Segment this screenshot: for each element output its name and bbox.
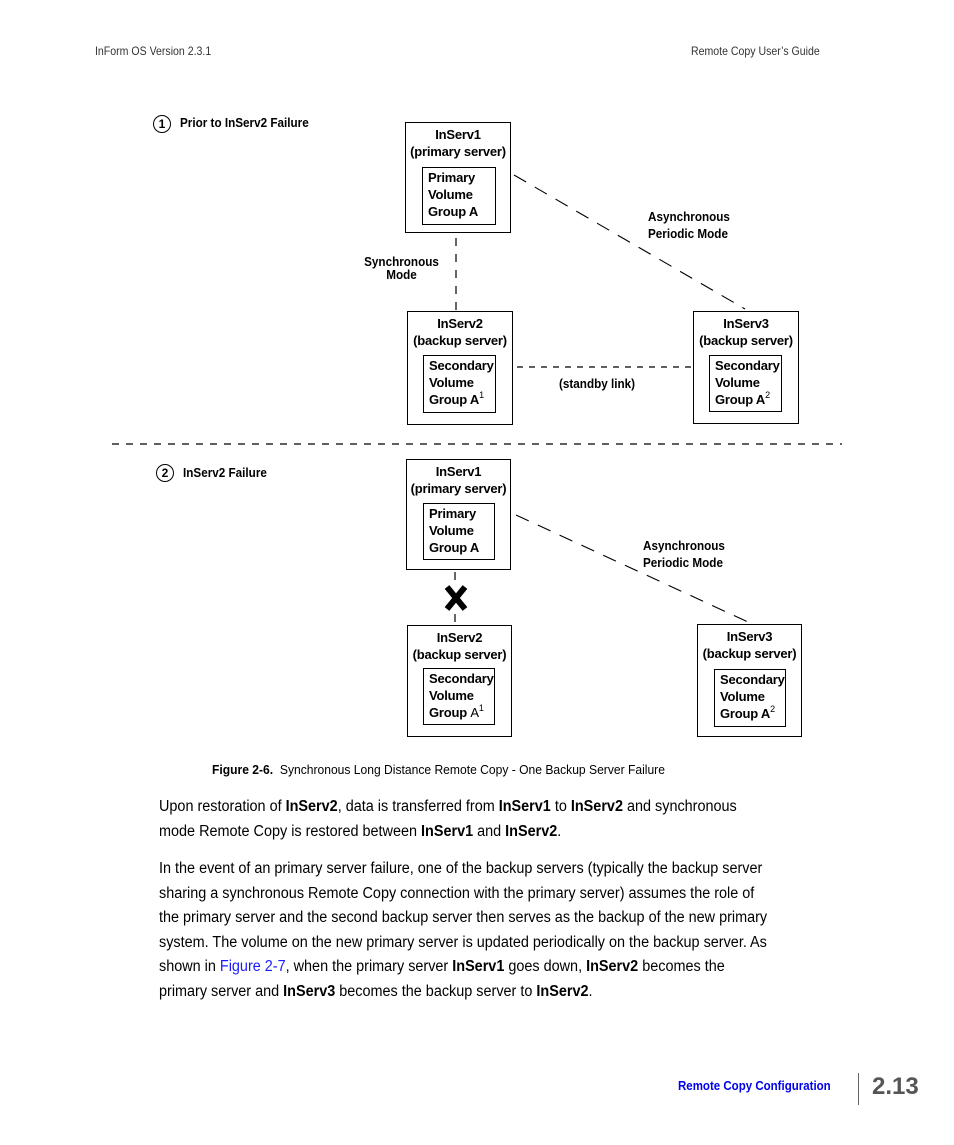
server-name: InServ3 (backup server): [699, 316, 793, 348]
inserv2-backup-server-failed: InServ2 (backup server) Secondary Volume …: [407, 625, 512, 737]
body-paragraph-1: Upon restoration of InServ2, data is tra…: [159, 798, 737, 840]
standby-link-label: (standby link): [559, 376, 636, 391]
inserv2-backup-server: InServ2 (backup server) Secondary Volume …: [407, 311, 513, 425]
sync-mode-label: Synchronous Mode: [364, 254, 439, 282]
figure-2-7-link[interactable]: Figure 2-7: [220, 958, 286, 975]
async-link-line: [513, 174, 746, 310]
figure-caption: Figure 2-6. Synchronous Long Distance Re…: [212, 762, 665, 777]
server-name: InServ1 (primary server): [410, 127, 506, 159]
secondary-volume-group: Secondary Volume Group A2: [714, 669, 786, 727]
body-paragraph-2: In the event of an primary server failur…: [159, 860, 768, 1000]
figure-title: Synchronous Long Distance Remote Copy - …: [279, 762, 665, 777]
step-number-badge: 2: [156, 464, 174, 482]
inserv3-backup-server: InServ3 (backup server) Secondary Volume …: [697, 624, 802, 737]
secondary-volume-group: Secondary Volume Group A1: [423, 668, 495, 725]
figure-number: Figure 2-6.: [212, 762, 274, 777]
async-mode-label: Asynchronous Periodic Mode: [648, 209, 730, 241]
server-name: InServ2 (backup server): [412, 630, 507, 662]
primary-volume-group: Primary Volume Group A: [423, 503, 495, 560]
async-mode-label: Asynchronous Periodic Mode: [643, 538, 725, 570]
page-number: 2.13: [872, 1073, 919, 1100]
inserv3-backup-server: InServ3 (backup server) Secondary Volume …: [693, 311, 799, 424]
primary-volume-group: Primary Volume Group A: [422, 167, 496, 225]
x-mark-icon: [444, 585, 468, 611]
footer-section-link[interactable]: Remote Copy Configuration: [678, 1079, 831, 1093]
secondary-volume-group: Secondary Volume Group A1: [423, 355, 496, 413]
inserv1-primary-server: InServ1 (primary server) Primary Volume G…: [405, 122, 511, 233]
server-name: InServ1 (primary server): [410, 464, 507, 496]
secondary-volume-group: Secondary Volume Group A2: [709, 355, 782, 412]
server-name: InServ2 (backup server): [413, 316, 507, 348]
panel-title: Prior to InServ2 Failure: [180, 115, 309, 130]
server-name: InServ3 (backup server): [702, 629, 797, 661]
inserv1-primary-server: InServ1 (primary server) Primary Volume G…: [406, 459, 511, 570]
panel-title: InServ2 Failure: [183, 465, 267, 480]
step-number-badge: 1: [153, 115, 171, 133]
footer-divider: [858, 1073, 860, 1105]
